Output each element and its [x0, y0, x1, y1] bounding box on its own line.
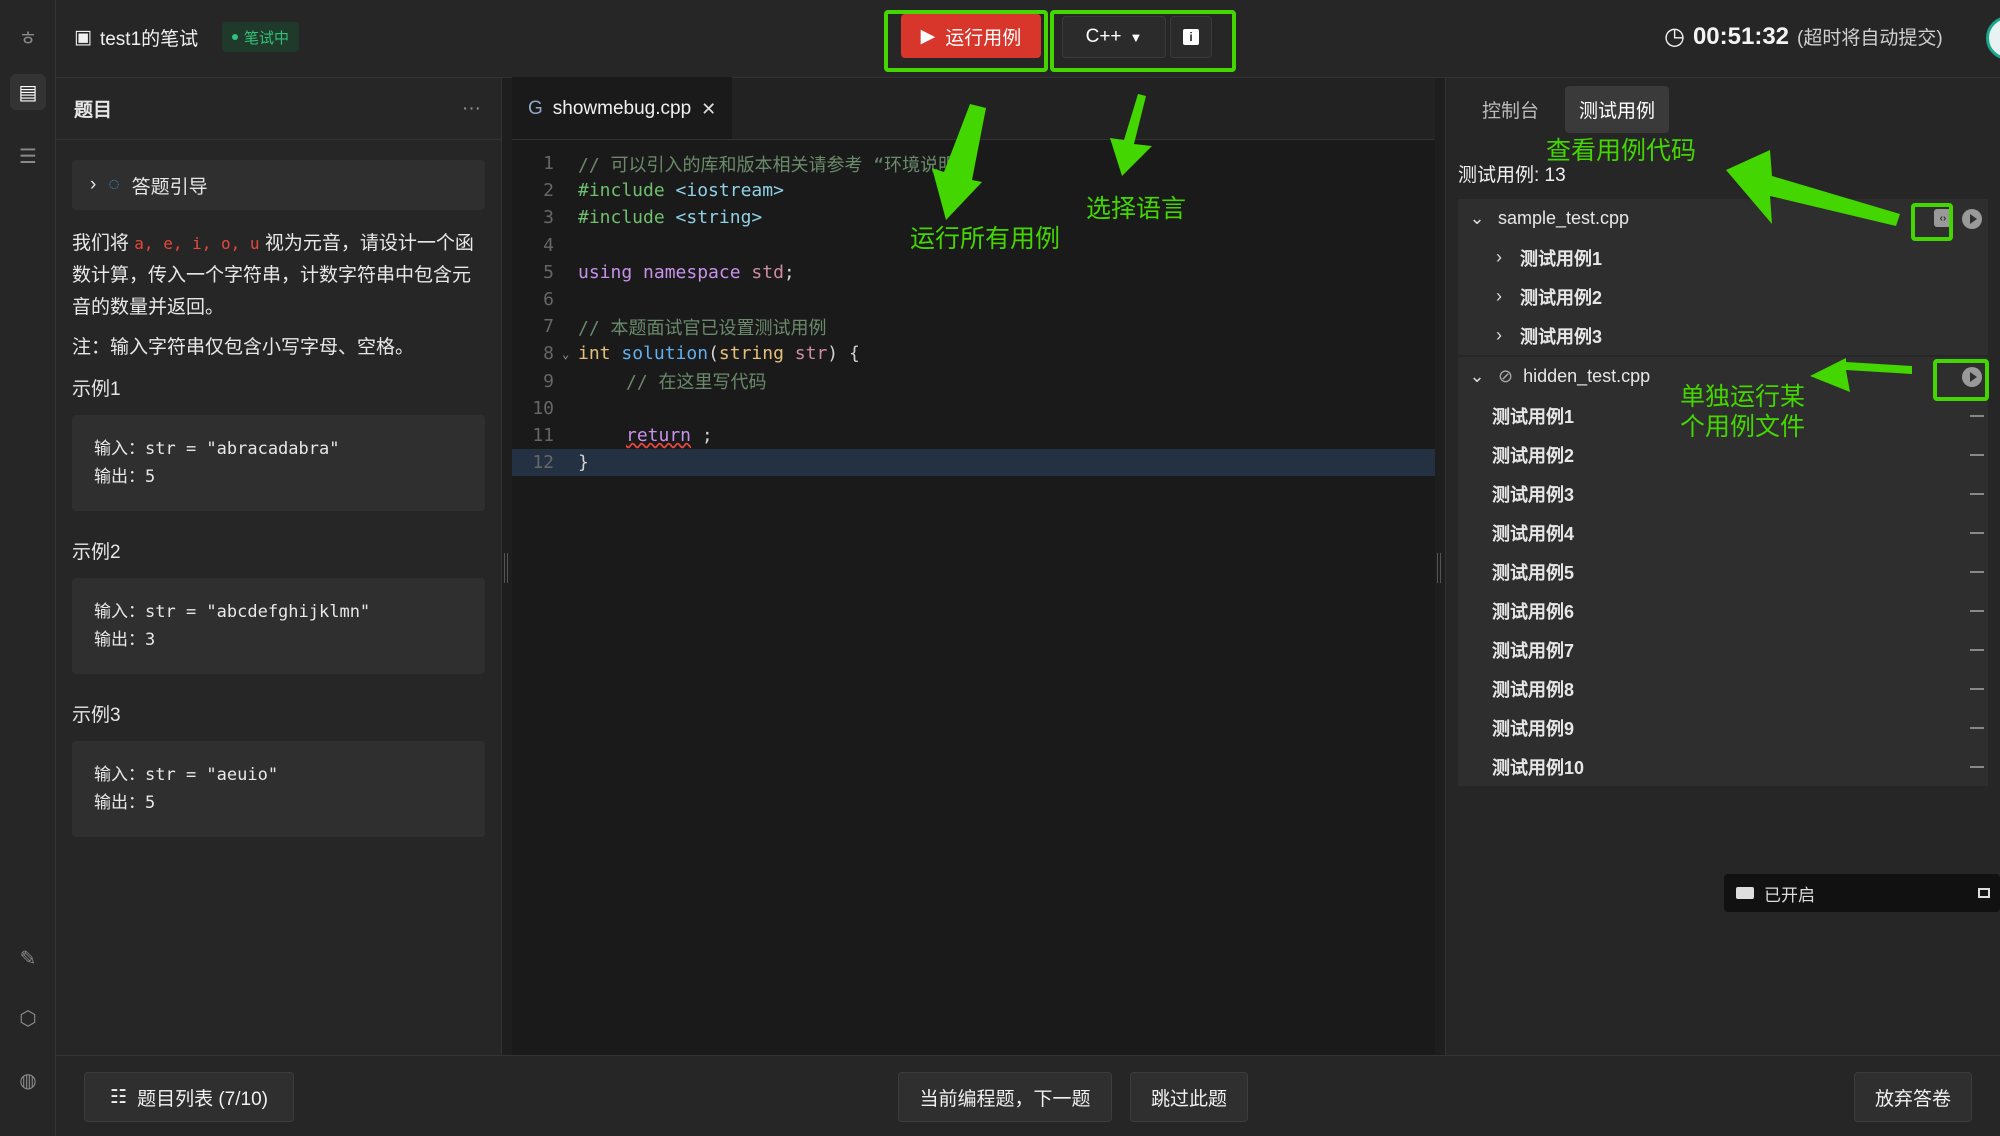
annotation-arrows: [932, 94, 1912, 392]
arrow-view-code: [1726, 150, 1900, 226]
arrow-choose-language: [1110, 94, 1152, 176]
arrow-run-single: [1810, 358, 1912, 392]
arrow-run-all: [932, 104, 986, 220]
